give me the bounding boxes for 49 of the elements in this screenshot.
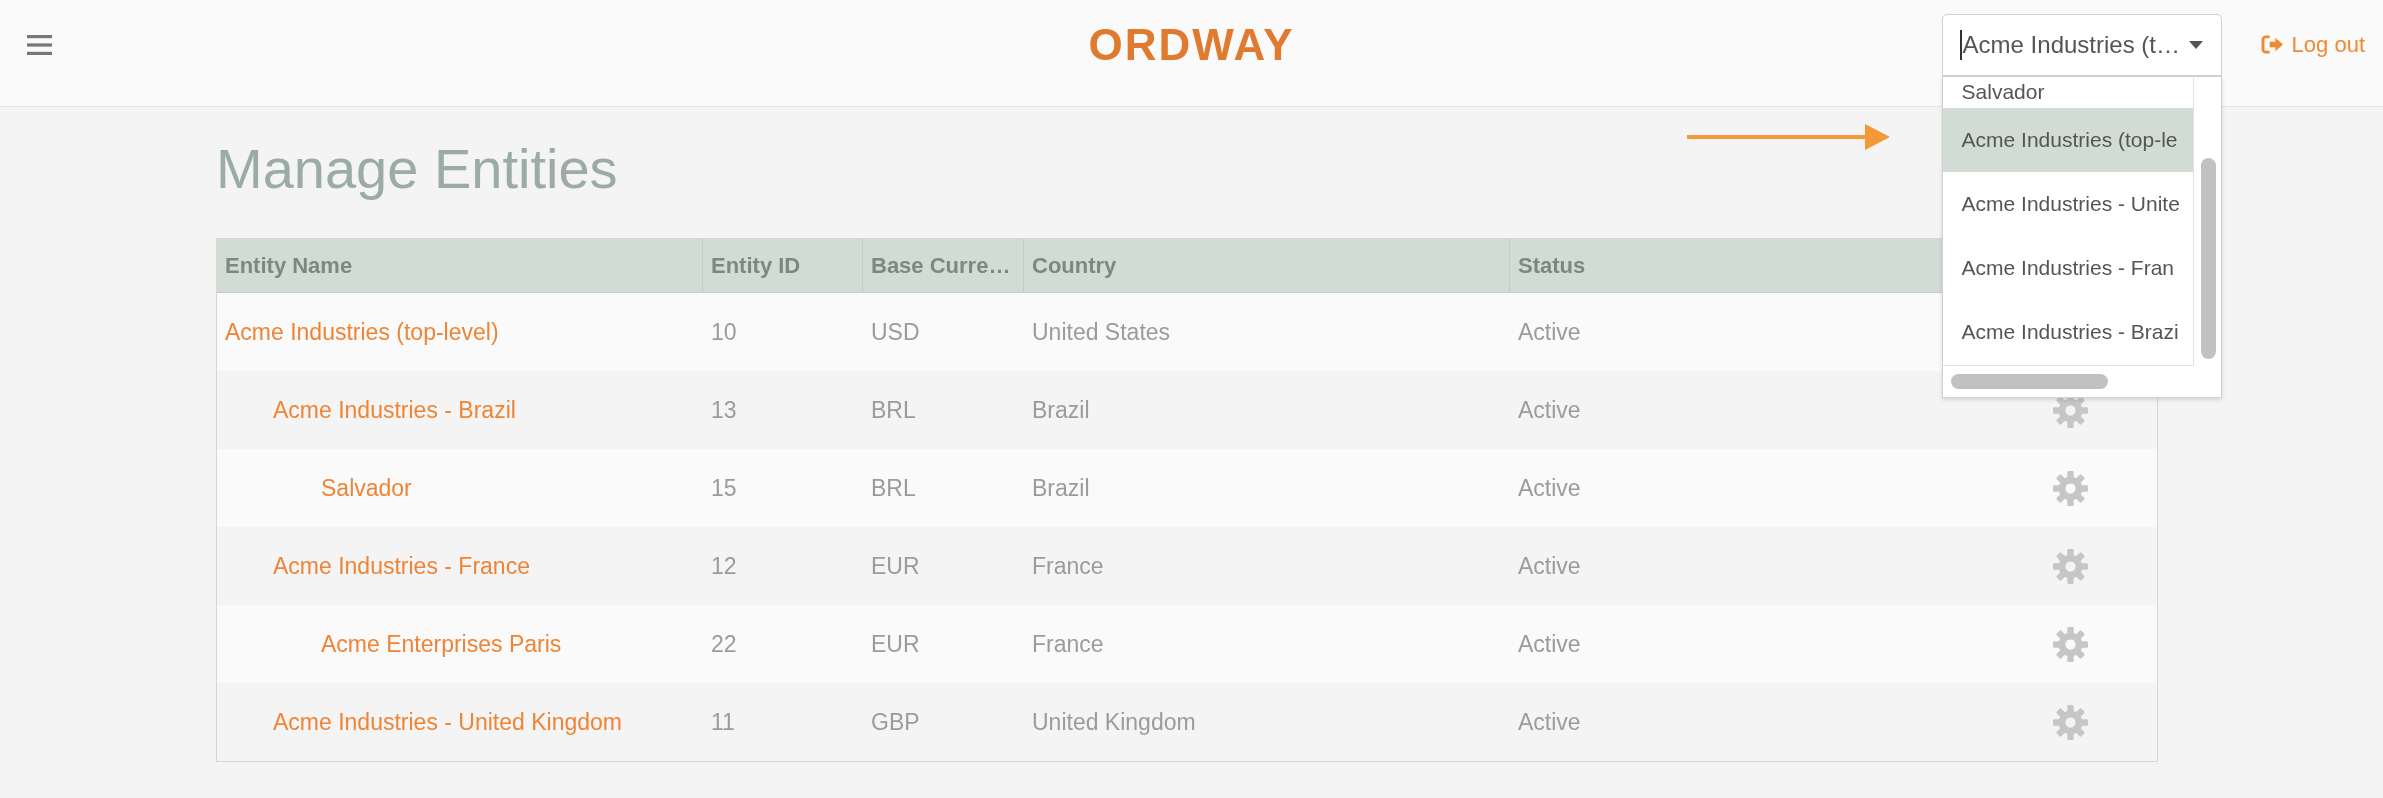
currency-code: BRL (871, 395, 916, 425)
status-text: Active (1518, 707, 1581, 737)
settings-icon[interactable] (2052, 548, 2088, 584)
entity-link[interactable]: Salvador (321, 473, 412, 503)
country-name: United States (1032, 317, 1171, 347)
settings-icon[interactable] (2052, 626, 2088, 662)
country-name: France (1032, 551, 1104, 581)
currency-code: USD (871, 317, 920, 347)
page-title: Manage Entities (216, 136, 618, 202)
column-header[interactable]: Entity ID (703, 239, 863, 292)
logo: ORDWAY (1088, 22, 1295, 67)
entity-id: 11 (711, 707, 735, 737)
entity-link[interactable]: Acme Industries (top-level) (225, 317, 499, 347)
dropdown-option[interactable]: Salvador (1942, 76, 2193, 108)
logout-icon (2260, 34, 2284, 55)
settings-icon[interactable] (2052, 704, 2088, 740)
column-header[interactable]: Entity Name (217, 239, 703, 292)
status-text: Active (1518, 629, 1581, 659)
vertical-scrollbar[interactable] (2200, 157, 2216, 359)
menu-icon[interactable] (27, 34, 52, 55)
entity-link[interactable]: Acme Industries - France (273, 551, 530, 581)
country-name: Brazil (1032, 473, 1090, 503)
entity-select[interactable]: Acme Industries (t… (1941, 13, 2222, 76)
country-name: France (1032, 629, 1104, 659)
entity-id: 22 (711, 629, 737, 659)
entity-id: 13 (711, 395, 737, 425)
column-header[interactable]: Base Curre… (863, 239, 1024, 292)
entity-link[interactable]: Acme Industries - United Kingdom (273, 707, 622, 737)
currency-code: EUR (871, 629, 920, 659)
status-text: Active (1518, 317, 1581, 347)
status-text: Active (1518, 473, 1581, 503)
caret-icon (2188, 40, 2203, 49)
entity-link[interactable]: Acme Industries - Brazil (273, 395, 516, 425)
status-text: Active (1518, 395, 1581, 425)
entity-id: 12 (711, 551, 737, 581)
status-text: Active (1518, 551, 1581, 581)
country-name: Brazil (1032, 395, 1090, 425)
entity-link[interactable]: Acme Enterprises Paris (321, 629, 562, 659)
logout-link[interactable]: Log out (2260, 33, 2365, 56)
column-header[interactable]: Country (1024, 239, 1510, 292)
entity-id: 10 (711, 317, 737, 347)
currency-code: BRL (871, 473, 916, 503)
country-name: United Kingdom (1032, 707, 1196, 737)
horizontal-scrollbar[interactable] (1950, 373, 2108, 389)
currency-code: EUR (871, 551, 920, 581)
settings-icon[interactable] (2052, 470, 2088, 506)
currency-code: GBP (871, 707, 920, 737)
dropdown-option[interactable]: Acme Industries (top-le (1942, 107, 2193, 172)
entity-id: 15 (711, 473, 737, 503)
